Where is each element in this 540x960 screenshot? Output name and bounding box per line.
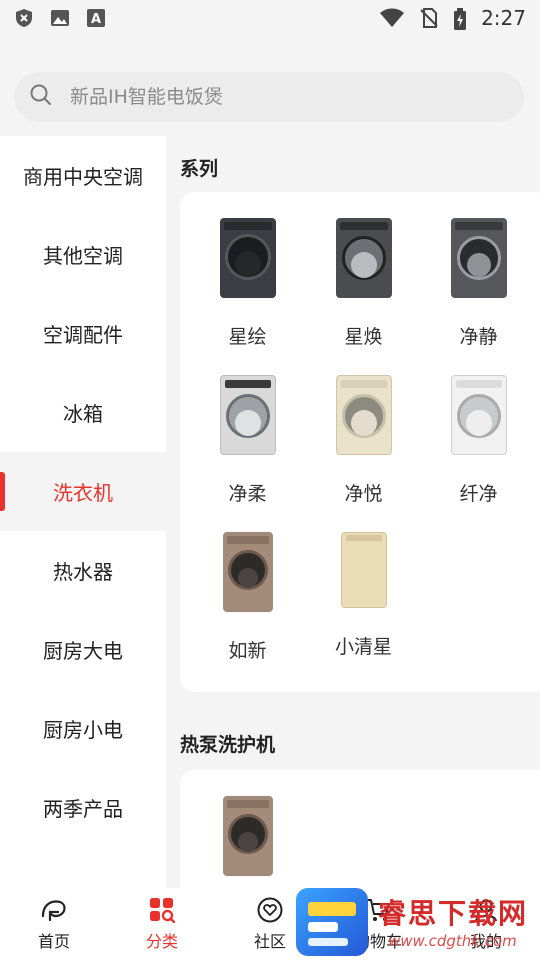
product-name: 星焕	[344, 326, 383, 348]
search-icon	[30, 84, 52, 110]
sidebar-item-label: 厨房大电	[43, 639, 123, 663]
status-time: 2:27	[481, 6, 526, 30]
category-content: 系列 星绘 星焕 净静 净柔 净悦 纤净 如新 小清星 热泵洗护机	[166, 136, 540, 888]
sidebar-item-other-ac[interactable]: 其他空调	[0, 215, 166, 294]
product-name: 净静	[459, 326, 498, 348]
watermark: 睿思下载网 www.cdgthk.com	[296, 884, 540, 960]
nav-label: 社区	[253, 932, 286, 951]
search-bar[interactable]	[14, 72, 524, 122]
product-name: 星绘	[228, 326, 267, 348]
watermark-url: www.cdgthk.com	[388, 932, 517, 950]
category-sidebar: 商用中央空调 其他空调 空调配件 冰箱 洗衣机 热水器 厨房大电 厨房小电 两季…	[0, 136, 166, 888]
sidebar-item-fridge[interactable]: 冰箱	[0, 373, 166, 452]
home-icon	[40, 896, 68, 924]
product-item[interactable]: 星焕	[306, 192, 421, 348]
community-heart-icon	[256, 896, 284, 924]
product-name: 小清星	[334, 636, 392, 658]
product-item[interactable]: 星绘	[190, 192, 305, 348]
washer-image	[213, 218, 283, 298]
washer-image	[329, 375, 399, 455]
sidebar-item-commercial-ac[interactable]: 商用中央空调	[0, 136, 166, 215]
nav-label: 分类	[145, 932, 178, 951]
sidebar-item-label: 洗衣机	[53, 481, 113, 505]
washer-image	[329, 532, 399, 608]
nav-label: 首页	[37, 932, 70, 951]
battery-charging-icon	[453, 8, 467, 30]
product-item[interactable]: 如新	[190, 506, 305, 662]
product-item[interactable]: 净柔	[190, 349, 305, 505]
washer-image	[213, 796, 283, 882]
sidebar-item-kitchen-large[interactable]: 厨房大电	[0, 610, 166, 689]
product-name: 净柔	[228, 483, 267, 505]
search-input[interactable]	[70, 86, 470, 108]
sidebar-item-label: 两季产品	[43, 797, 123, 821]
product-item[interactable]	[190, 770, 305, 888]
text-a-icon: A	[86, 8, 106, 28]
sidebar-item-label: 其他空调	[43, 244, 123, 268]
sidebar-item-washing-machine[interactable]: 洗衣机	[0, 452, 166, 531]
shield-x-icon	[14, 8, 34, 28]
washer-image	[329, 218, 399, 298]
heat-pump-card	[180, 770, 540, 888]
sidebar-item-kitchen-small[interactable]: 厨房小电	[0, 689, 166, 768]
no-sim-icon	[419, 8, 439, 28]
product-item[interactable]: 净静	[421, 192, 536, 348]
watermark-title: 睿思下载网	[378, 897, 529, 930]
sidebar-item-ac-accessories[interactable]: 空调配件	[0, 294, 166, 373]
product-item[interactable]: 净悦	[306, 349, 421, 505]
nav-category[interactable]: 分类	[108, 888, 216, 960]
section-title: 热泵洗护机	[180, 734, 276, 756]
sidebar-item-label: 厨房小电	[43, 718, 123, 742]
sidebar-item-label: 商用中央空调	[23, 165, 143, 189]
washer-image	[444, 375, 514, 455]
washer-image	[213, 375, 283, 455]
product-item[interactable]: 小清星	[306, 506, 421, 658]
watermark-logo	[296, 888, 368, 956]
nav-home[interactable]: 首页	[0, 888, 108, 960]
sidebar-item-label: 冰箱	[63, 402, 103, 426]
washer-image	[444, 218, 514, 298]
status-bar: A 2:27	[0, 0, 540, 36]
sidebar-item-water-heater[interactable]: 热水器	[0, 531, 166, 610]
washer-image	[213, 532, 283, 612]
svg-text:A: A	[91, 12, 101, 27]
product-name: 纤净	[459, 483, 498, 505]
image-icon	[50, 8, 70, 28]
product-name: 如新	[228, 640, 267, 662]
category-grid-icon	[148, 896, 176, 924]
sidebar-item-label: 空调配件	[43, 323, 123, 347]
series-card: 星绘 星焕 净静 净柔 净悦 纤净 如新 小清星	[180, 192, 540, 692]
product-item[interactable]: 纤净	[421, 349, 536, 505]
wifi-icon	[379, 8, 405, 28]
sidebar-item-label: 热水器	[53, 560, 113, 584]
product-name: 净悦	[344, 483, 383, 505]
sidebar-item-seasonal[interactable]: 两季产品	[0, 768, 166, 847]
section-title: 系列	[180, 158, 219, 180]
